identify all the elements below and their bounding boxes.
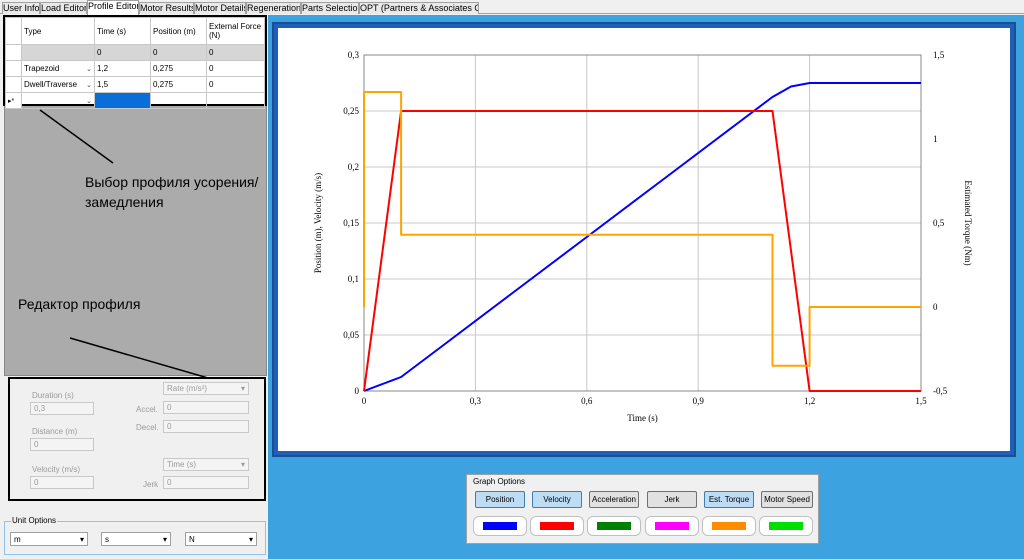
motor-speed-color-swatch[interactable] [759,516,813,536]
profile-editor-panel: Duration (s) 0,3 Distance (m) 0 Velocity… [8,377,266,501]
duration-field[interactable]: 0,3 [30,402,94,415]
tab-opt-partners[interactable]: OPT (Partners & Associates Only) [359,2,479,14]
distance-label: Distance (m) [32,427,78,436]
arrow-to-editor [69,337,209,379]
velocity-color-swatch[interactable] [530,516,584,536]
distance-field[interactable]: 0 [30,438,94,451]
time-unit-select[interactable]: s ▾ [101,532,171,546]
color-swatch-fill [540,522,574,530]
y-tick-label: 0 [355,386,360,396]
y2-tick-label: 1 [933,134,938,144]
tab-parts-selection[interactable]: Parts Selection [301,2,359,14]
jerk-toggle-button[interactable]: Jerk [647,491,697,508]
unit-options-group: Unit Options m ▾ s ▾ N ▾ [4,516,266,555]
series-velocity-line [363,110,921,392]
graph-options-title: Graph Options [473,477,526,486]
chart-area: 0 0,3 0,6 0,9 1,2 1,5 0 0,05 0,1 0,15 0,2 0,25 0,3 -0… [278,28,1010,451]
x-tick-label: 1,5 [915,396,927,406]
series-est-torque-line [363,91,921,367]
time-select-value: Time (s) [167,460,197,469]
chevron-down-icon: ▾ [240,384,245,393]
chevron-down-icon: ▾ [248,535,253,544]
accel-field[interactable]: 0 [163,401,249,414]
position-color-swatch[interactable] [473,516,527,536]
unit-options-legend: Unit Options [11,516,58,525]
color-swatch-fill [597,522,631,530]
color-swatch-fill [769,522,803,530]
velocity-toggle-button[interactable]: Velocity [532,491,582,508]
y-tick-label: 0,3 [348,50,360,60]
x-tick-label: 0 [362,396,367,406]
chevron-down-icon: ▾ [162,535,167,544]
y2-tick-label: 0 [933,302,938,312]
y-tick-label: 0,2 [348,162,359,172]
y2-tick-label: 0,5 [933,218,945,228]
rate-select[interactable]: Rate (m/s²) ▾ [163,382,249,395]
accel-label: Accel. [136,405,158,414]
x-tick-label: 0,9 [693,396,705,406]
y2-axis-label: Estimated Torque (Nm) [963,180,973,265]
y-tick-label: 0,05 [343,330,359,340]
force-unit-select[interactable]: N ▾ [185,532,257,546]
duration-label: Duration (s) [32,391,74,400]
decel-label: Decel. [136,423,159,432]
x-tick-label: 1,2 [804,396,815,406]
decel-field[interactable]: 0 [163,420,249,433]
x-tick-label: 0,6 [581,396,593,406]
y-tick-label: 0,1 [348,274,359,284]
est-torque-color-swatch[interactable] [702,516,756,536]
jerk-color-swatch[interactable] [645,516,699,536]
annotation-profile-editor: Редактор профиля [18,296,141,312]
series-position-line [363,82,921,392]
x-tick-label: 0,3 [470,396,482,406]
chevron-down-icon: ▾ [79,535,84,544]
est-torque-toggle-button[interactable]: Est. Torque [704,491,754,508]
color-swatch-fill [483,522,517,530]
color-swatch-fill [712,522,746,530]
velocity-field[interactable]: 0 [30,476,94,489]
rate-select-value: Rate (m/s²) [167,384,207,393]
motion-profile-chart: 0 0,3 0,6 0,9 1,2 1,5 0 0,05 0,1 0,15 0,2 0,25 0,3 -0… [313,50,973,423]
distance-unit-select[interactable]: m ▾ [10,532,88,546]
velocity-label: Velocity (m/s) [32,465,81,474]
distance-unit-value: m [14,535,21,544]
acceleration-color-swatch[interactable] [587,516,641,536]
motor-speed-toggle-button[interactable]: Motor Speed [761,491,813,508]
y-axis-label: Position (m), Velocity (m/s) [313,173,323,273]
force-unit-value: N [189,535,195,544]
x-axis-label: Time (s) [627,413,657,423]
arrow-to-grid [39,109,114,164]
position-toggle-button[interactable]: Position [475,491,525,508]
y2-tick-label: 1,5 [933,50,945,60]
time-select[interactable]: Time (s) ▾ [163,458,249,471]
jerk-label: Jerk [143,480,159,489]
graph-options-panel: Graph Options Position Velocity Accelera… [466,474,819,544]
y-tick-label: 0,25 [343,106,359,116]
annotation-profile-select: Выбор профиля усорения/замедления [85,174,259,210]
y2-tick-label: -0,5 [933,386,948,396]
time-unit-value: s [105,535,109,544]
y-tick-label: 0,15 [343,218,359,228]
tab-profile-editor[interactable]: Profile Editor [87,0,139,15]
acceleration-toggle-button[interactable]: Acceleration [589,491,639,508]
jerk-field[interactable]: 0 [163,476,249,489]
chevron-down-icon: ▾ [240,460,245,469]
color-swatch-fill [655,522,689,530]
